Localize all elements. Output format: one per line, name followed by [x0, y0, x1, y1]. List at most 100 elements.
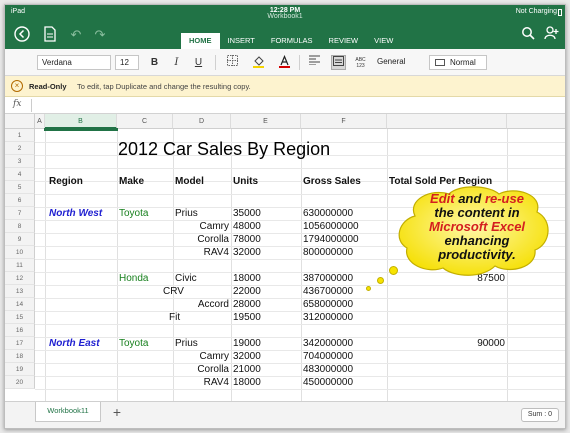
row-header[interactable]: 8	[5, 220, 35, 233]
cell-units[interactable]: 21000	[233, 364, 261, 375]
tab-view[interactable]: VIEW	[366, 33, 401, 49]
row-header[interactable]: 12	[5, 272, 35, 285]
share-user-icon[interactable]	[543, 26, 561, 44]
tab-review[interactable]: REVIEW	[321, 33, 367, 49]
cell-gross[interactable]: 483000000	[303, 364, 353, 375]
row-header[interactable]: 17	[5, 337, 35, 350]
cell-units[interactable]: 48000	[233, 221, 261, 232]
cell-units[interactable]: 18000	[233, 273, 261, 284]
row-header[interactable]: 4	[5, 168, 35, 181]
sum-indicator[interactable]: Sum : 0	[520, 408, 559, 422]
cell-model[interactable]: Accord	[173, 299, 229, 310]
column-header-f[interactable]: F	[301, 114, 387, 129]
cell-model[interactable]: Civic	[175, 273, 197, 284]
add-sheet-button[interactable]: +	[109, 404, 125, 420]
search-icon[interactable]	[519, 26, 537, 44]
cell-model[interactable]: Prius	[175, 338, 198, 349]
row-header[interactable]: 19	[5, 363, 35, 376]
back-icon[interactable]	[13, 26, 31, 44]
cell-gross[interactable]: 312000000	[303, 312, 353, 323]
tab-home[interactable]: HOME	[181, 33, 220, 49]
cell-gross[interactable]: 630000000	[303, 208, 353, 219]
row-header[interactable]: 15	[5, 311, 35, 324]
align-left-icon[interactable]	[307, 55, 322, 70]
cell-model[interactable]: Fit	[169, 312, 180, 323]
column-header-c[interactable]: C	[117, 114, 173, 129]
cell-make[interactable]: Toyota	[119, 338, 148, 349]
bold-button[interactable]: B	[147, 55, 162, 70]
cell-units[interactable]: 18000	[233, 377, 261, 388]
close-icon[interactable]: ×	[11, 80, 23, 92]
tab-insert[interactable]: INSERT	[220, 33, 263, 49]
row-header[interactable]: 6	[5, 194, 35, 207]
underline-button[interactable]: U	[191, 55, 206, 70]
cell-model[interactable]: RAV4	[173, 377, 229, 388]
font-name-field[interactable]: Verdana	[37, 55, 111, 70]
cell-units[interactable]: 19500	[233, 312, 261, 323]
cell-gross[interactable]: 450000000	[303, 377, 353, 388]
column-header-d[interactable]: D	[173, 114, 231, 129]
row-header[interactable]: 20	[5, 376, 35, 389]
cell-gross[interactable]: 436700000	[303, 286, 353, 297]
cell-gross[interactable]: 342000000	[303, 338, 353, 349]
font-color-icon[interactable]	[277, 54, 292, 70]
column-header-b[interactable]: B	[45, 114, 117, 129]
redo-icon[interactable]: ↷	[91, 26, 109, 44]
sheet-tab[interactable]: Workbook11	[35, 402, 101, 422]
row-header[interactable]: 9	[5, 233, 35, 246]
cell-model[interactable]: CRV	[163, 286, 184, 297]
cell-model[interactable]: Corolla	[173, 364, 229, 375]
column-header-a[interactable]: A	[35, 114, 45, 129]
cell-model[interactable]: Corolla	[173, 234, 229, 245]
cell-units[interactable]: 32000	[233, 247, 261, 258]
selected-cell[interactable]	[44, 128, 118, 131]
row-header[interactable]: 1	[5, 129, 35, 142]
cell-units[interactable]: 22000	[233, 286, 261, 297]
tab-formulas[interactable]: FORMULAS	[263, 33, 321, 49]
formula-bar[interactable]: fx	[5, 97, 565, 114]
row-header[interactable]: 5	[5, 181, 35, 194]
wrap-text-icon[interactable]	[331, 55, 346, 70]
cell-model[interactable]: RAV4	[173, 247, 229, 258]
spreadsheet-grid[interactable]: A B C D E F 1 2 3 4 5 6 7 8 9 10 11 12 13 14 15 16 17 18 1…	[5, 114, 565, 401]
column-header-h[interactable]	[507, 114, 565, 129]
cell-units[interactable]: 35000	[233, 208, 261, 219]
borders-icon[interactable]	[225, 55, 240, 70]
cell-region[interactable]: North East	[49, 338, 100, 349]
fill-color-icon[interactable]	[251, 55, 266, 70]
cell-model[interactable]: Prius	[175, 208, 198, 219]
cell-make[interactable]: Toyota	[119, 208, 148, 219]
column-header-e[interactable]: E	[231, 114, 301, 129]
cell-make[interactable]: Honda	[119, 273, 148, 284]
row-header[interactable]: 14	[5, 298, 35, 311]
row-header[interactable]: 13	[5, 285, 35, 298]
row-header[interactable]: 7	[5, 207, 35, 220]
cell-gross[interactable]: 800000000	[303, 247, 353, 258]
cell-gross[interactable]: 1794000000	[303, 234, 359, 245]
cell-gross[interactable]: 704000000	[303, 351, 353, 362]
cell-model[interactable]: Camry	[173, 351, 229, 362]
row-header[interactable]: 2	[5, 142, 35, 155]
row-header[interactable]: 18	[5, 350, 35, 363]
number-format-dropdown[interactable]: General	[373, 55, 423, 70]
cell-gross[interactable]: 658000000	[303, 299, 353, 310]
row-header[interactable]: 16	[5, 324, 35, 337]
cell-units[interactable]: 28000	[233, 299, 261, 310]
cell-gross[interactable]: 387000000	[303, 273, 353, 284]
italic-button[interactable]: I	[169, 55, 184, 70]
column-header-g[interactable]	[387, 114, 507, 129]
row-header[interactable]: 10	[5, 246, 35, 259]
select-all-corner[interactable]	[5, 114, 35, 129]
row-header[interactable]: 11	[5, 259, 35, 272]
cell-gross[interactable]: 1056000000	[303, 221, 359, 232]
row-header[interactable]: 3	[5, 155, 35, 168]
font-size-field[interactable]: 12	[115, 55, 139, 70]
cell-model[interactable]: Camry	[173, 221, 229, 232]
undo-icon[interactable]: ↶	[67, 26, 85, 44]
cell-units[interactable]: 78000	[233, 234, 261, 245]
cell-total[interactable]: 90000	[387, 338, 505, 349]
cell-units[interactable]: 32000	[233, 351, 261, 362]
cell-units[interactable]: 19000	[233, 338, 261, 349]
file-icon[interactable]	[41, 26, 59, 44]
cell-region[interactable]: North West	[49, 208, 102, 219]
